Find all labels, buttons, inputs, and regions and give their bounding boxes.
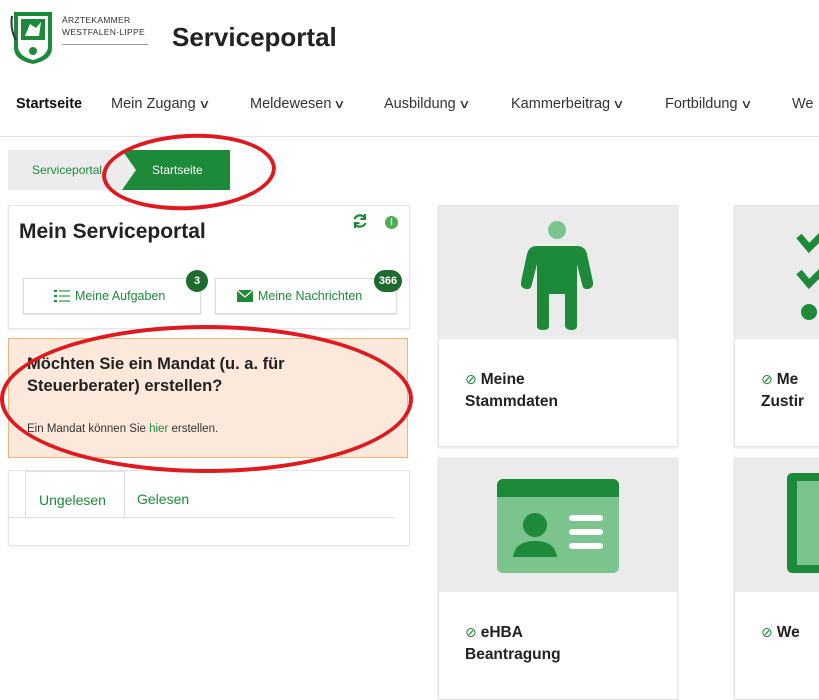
tile-image-area — [735, 459, 819, 592]
tile-label-line-1: Me — [776, 371, 799, 388]
person-icon — [521, 221, 593, 330]
messages-tabs-card: Ungelesen Gelesen — [8, 470, 410, 546]
button-label: Meine Nachrichten — [258, 289, 363, 303]
nav-item-mein-zugang[interactable]: Mein Zugang ∨ — [111, 96, 211, 112]
messages-count-badge: 366 — [374, 270, 402, 292]
tile-weitere[interactable]: ⊘ We — [734, 458, 819, 700]
nav-item-kammerbeitrag[interactable]: Kammerbeitrag ∨ — [511, 96, 625, 112]
mein-serviceportal-card: Mein Serviceportal i Meine Aufgaben 3 Me… — [8, 205, 410, 329]
mandat-link[interactable]: hier — [149, 423, 168, 435]
link-icon: ⊘ — [465, 624, 477, 640]
info-icon[interactable]: i — [385, 216, 398, 229]
mandat-text-before: Ein Mandat können Sie — [27, 423, 150, 435]
header: ÄRZTEKAMMER WESTFALEN-LIPPE Serviceporta… — [0, 0, 819, 80]
nav-item-meldewesen[interactable]: Meldewesen ∨ — [250, 96, 346, 112]
link-icon: ⊘ — [465, 371, 477, 387]
tile-label-line-1: Meine — [480, 371, 525, 388]
portal-title: Serviceportal — [172, 22, 337, 52]
mandat-notice: Möchten Sie ein Mandat (u. a. für Steuer… — [8, 338, 408, 458]
link-icon: ⊘ — [761, 624, 773, 640]
tile-ehba-beantragung[interactable]: ⊘ eHBA Beantragung — [438, 458, 678, 700]
org-line-2: WESTFALEN-LIPPE — [62, 27, 145, 37]
breadcrumb-item-startseite: Startseite — [122, 150, 230, 190]
tab-label: Ungelesen — [39, 492, 106, 508]
chevron-down-icon: ∨ — [197, 97, 211, 111]
org-line-1: ÄRZTEKAMMER — [62, 15, 131, 25]
list-icon — [54, 290, 70, 302]
chevron-down-icon: ∨ — [457, 97, 471, 111]
tasks-count-badge: 3 — [186, 270, 208, 292]
nav-label: Meldewesen — [250, 96, 332, 112]
mandat-heading: Möchten Sie ein Mandat (u. a. für Steuer… — [27, 355, 285, 395]
meine-nachrichten-button[interactable]: Meine Nachrichten — [215, 278, 397, 314]
button-label: Meine Aufgaben — [75, 289, 166, 303]
nav-item-more[interactable]: We — [792, 96, 814, 112]
tile-label-line-2: Beantragung — [465, 646, 561, 663]
nav-item-fortbildung[interactable]: Fortbildung ∨ — [665, 96, 753, 112]
tile-image-area — [735, 206, 819, 339]
tile-image-area — [439, 459, 677, 592]
chevron-down-icon: ∨ — [612, 97, 625, 111]
meine-aufgaben-button[interactable]: Meine Aufgaben — [23, 278, 201, 314]
tile-meine-zustimmungen[interactable]: ⊘ Me Zustir — [734, 205, 819, 447]
tile-label-line-1: We — [776, 624, 800, 641]
organization-name: ÄRZTEKAMMER WESTFALEN-LIPPE — [62, 14, 145, 38]
tile-meine-stammdaten[interactable]: ⊘ Meine Stammdaten — [438, 205, 678, 447]
nav-label: Fortbildung — [665, 96, 738, 112]
chevron-down-icon: ∨ — [739, 97, 753, 111]
nav-label: Ausbildung — [384, 96, 456, 112]
breadcrumb-label: Serviceportal — [32, 163, 103, 177]
main-navigation: Startseite Mein Zugang ∨ Meldewesen ∨ Ausb… — [0, 92, 819, 137]
mandat-text: Ein Mandat können Sie hier erstellen. — [27, 423, 218, 435]
nav-label: Kammerbeitrag — [511, 96, 611, 112]
book-icon — [787, 473, 819, 573]
chevron-down-icon: ∨ — [333, 97, 346, 111]
tile-label: ⊘ eHBA Beantragung — [465, 621, 561, 666]
tile-label-line-2: Stammdaten — [465, 393, 559, 410]
tile-label-line-1: eHBA — [480, 624, 523, 641]
mandat-text-after: erstellen. — [168, 423, 219, 435]
tile-label: ⊘ Me Zustir — [761, 368, 804, 413]
tab-gelesen[interactable]: Gelesen — [124, 471, 214, 517]
tile-image-area — [439, 206, 677, 339]
breadcrumb-label: Startseite — [152, 163, 203, 177]
breadcrumb-item-serviceportal[interactable]: Serviceportal — [8, 150, 138, 190]
id-card-icon — [497, 479, 619, 573]
card-title: Mein Serviceportal — [19, 220, 206, 243]
refresh-icon[interactable] — [351, 212, 369, 230]
org-underline — [62, 44, 148, 45]
link-icon: ⊘ — [761, 371, 773, 387]
tile-label: ⊘ We — [761, 621, 800, 644]
checklist-icon — [796, 233, 819, 320]
tab-ungelesen[interactable]: Ungelesen — [25, 471, 125, 519]
nav-label: Startseite — [16, 96, 83, 112]
envelope-icon — [237, 290, 253, 302]
nav-label: We — [792, 96, 814, 112]
nav-item-ausbildung[interactable]: Ausbildung ∨ — [384, 96, 471, 112]
nav-label: Mein Zugang — [111, 96, 196, 112]
tab-divider — [9, 517, 394, 518]
tile-label: ⊘ Meine Stammdaten — [465, 368, 558, 413]
nav-item-startseite[interactable]: Startseite — [16, 96, 82, 112]
aekwl-logo[interactable] — [10, 10, 56, 64]
tile-label-line-2: Zustir — [761, 393, 805, 410]
tab-label: Gelesen — [137, 491, 190, 507]
